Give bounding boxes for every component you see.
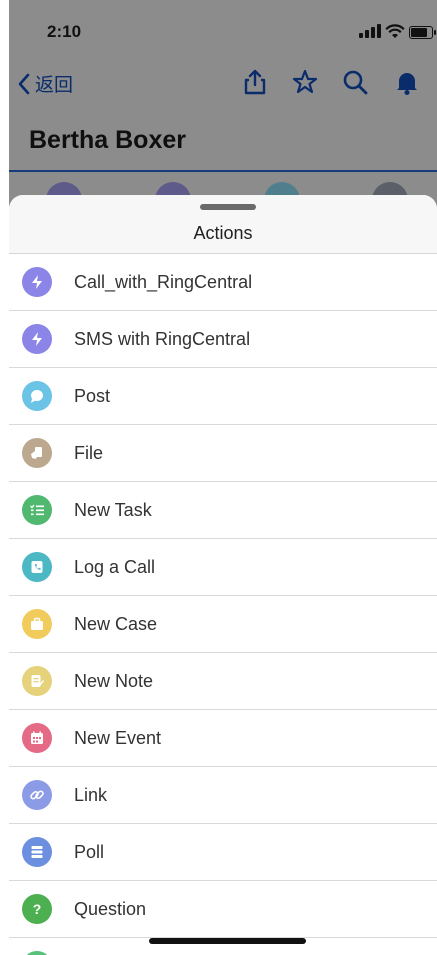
action-item-poll[interactable]: Poll <box>9 824 437 881</box>
action-item-call-with-ringcentral[interactable]: Call_with_RingCentral <box>9 254 437 311</box>
record-header: Bertha Boxer <box>9 112 437 172</box>
search-icon[interactable] <box>341 68 369 96</box>
action-label: Poll <box>74 842 105 862</box>
action-item-question[interactable]: ? Question <box>9 881 437 938</box>
lightning-icon <box>22 324 52 354</box>
status-time: 2:10 <box>47 22 82 41</box>
action-label: New Task <box>74 500 152 520</box>
action-label: Post <box>74 386 111 406</box>
lightning-icon <box>22 267 52 297</box>
bell-icon[interactable] <box>393 68 421 96</box>
chevron-left-icon <box>18 73 30 94</box>
action-item-new-event[interactable]: New Event <box>9 710 437 767</box>
action-item-new-note[interactable]: New Note <box>9 653 437 710</box>
home-indicator <box>149 938 306 944</box>
action-icon <box>22 951 52 955</box>
navigation-bar: 返回 <box>9 58 437 108</box>
actions-sheet: Actions Call_with_RingCentral SMS with R… <box>9 195 437 955</box>
speech-bubble-icon <box>22 381 52 411</box>
briefcase-icon <box>22 609 52 639</box>
task-list-icon <box>22 495 52 525</box>
action-item-new-task[interactable]: New Task <box>9 482 437 539</box>
phone-log-icon <box>22 552 52 582</box>
action-label: New Note <box>74 671 154 691</box>
star-icon[interactable] <box>291 68 319 96</box>
calendar-icon <box>22 723 52 753</box>
note-icon <box>22 666 52 696</box>
signal-icon <box>359 24 381 40</box>
back-button[interactable]: 返回 <box>17 70 73 97</box>
action-item-log-a-call[interactable]: Log a Call <box>9 539 437 596</box>
action-list: Call_with_RingCentral SMS with RingCentr… <box>9 254 437 955</box>
back-label: 返回 <box>35 75 74 96</box>
action-item-sms-with-ringcentral[interactable]: SMS with RingCentral <box>9 311 437 368</box>
poll-icon <box>22 837 52 867</box>
share-icon[interactable] <box>241 68 269 96</box>
file-hand-icon <box>22 438 52 468</box>
action-label: Question <box>74 899 147 919</box>
svg-text:?: ? <box>33 901 42 917</box>
action-item-file[interactable]: File <box>9 425 437 482</box>
action-label: File <box>74 443 104 463</box>
status-bar: 2:10 <box>9 0 437 56</box>
record-title: Bertha Boxer <box>29 126 186 154</box>
link-icon <box>22 780 52 810</box>
action-label: SMS with RingCentral <box>74 329 251 349</box>
action-item-new-case[interactable]: New Case <box>9 596 437 653</box>
action-label: Log a Call <box>74 557 156 577</box>
action-label: Call_with_RingCentral <box>74 272 253 292</box>
action-label: New Case <box>74 614 158 634</box>
battery-icon <box>409 26 436 39</box>
sheet-grabber[interactable] <box>200 204 256 210</box>
action-label: New Event <box>74 728 162 748</box>
sheet-title: Actions <box>193 223 253 243</box>
action-label: Link <box>74 785 108 805</box>
action-item-link[interactable]: Link <box>9 767 437 824</box>
wifi-icon <box>385 24 405 38</box>
sheet-header: Actions <box>9 195 437 254</box>
action-item-post[interactable]: Post <box>9 368 437 425</box>
question-icon: ? <box>22 894 52 924</box>
